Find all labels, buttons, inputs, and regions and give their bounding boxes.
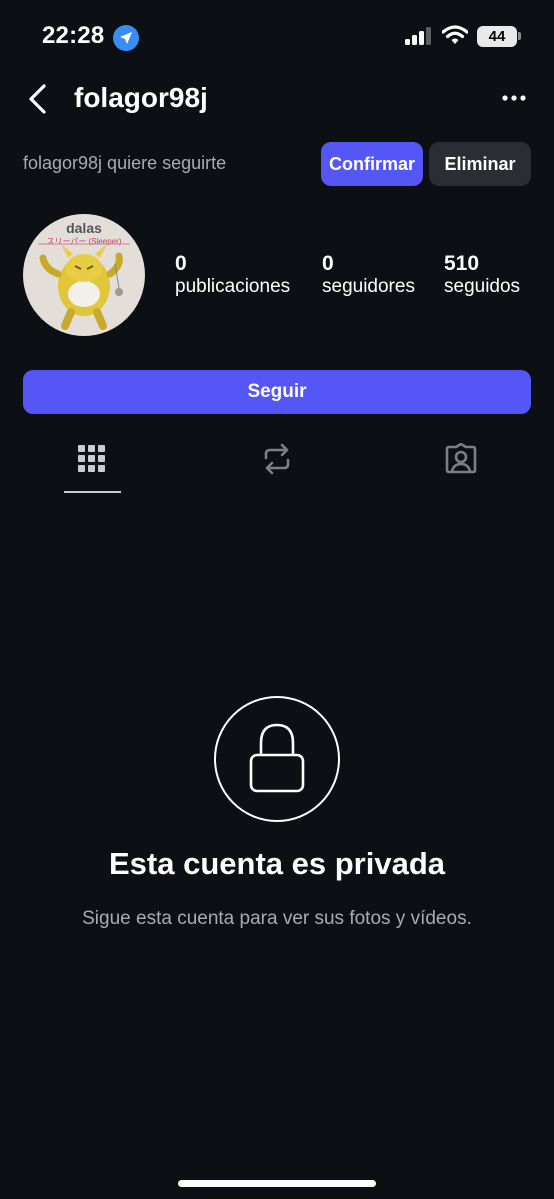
confirm-button[interactable]: Confirmar: [321, 142, 423, 186]
tagged-user-icon: [445, 443, 477, 474]
profile-username: folagor98j: [74, 82, 208, 113]
avatar-pokemon-illustration: [38, 243, 130, 330]
stat-posts-value: 0: [175, 252, 187, 275]
battery-cap: [518, 32, 521, 40]
tab-posts-grid[interactable]: [32, 443, 152, 493]
private-account-title: Esta cuenta es privada: [109, 846, 445, 881]
tab-reposts[interactable]: [217, 443, 337, 493]
more-horizontal-icon[interactable]: [498, 90, 530, 106]
location-arrow-icon: [113, 25, 139, 51]
private-lock-circle: [214, 696, 340, 822]
stat-following-value: 510: [444, 252, 480, 275]
follow-button[interactable]: Seguir: [23, 370, 531, 414]
lock-icon: [249, 723, 305, 793]
avatar[interactable]: dalas スリーパー (Sleeper): [23, 214, 145, 336]
stat-following-label: seguidos: [444, 276, 521, 297]
battery-indicator: 44: [477, 26, 517, 47]
status-time: 22:28: [42, 22, 105, 49]
stat-posts-label: publicaciones: [175, 276, 291, 297]
stat-followers[interactable]: 0 seguidores: [322, 252, 415, 298]
tab-tagged[interactable]: [401, 443, 521, 493]
active-tab-indicator: [64, 491, 121, 493]
stat-followers-label: seguidores: [322, 276, 415, 297]
private-account-subtitle: Sigue esta cuenta para ver sus fotos y v…: [82, 908, 472, 929]
repost-icon: [264, 443, 290, 475]
chevron-left-icon[interactable]: [24, 82, 54, 116]
stat-followers-value: 0: [322, 252, 334, 275]
wifi-icon: [442, 25, 468, 44]
cellular-signal-icon: [405, 27, 431, 45]
home-indicator[interactable]: [178, 1180, 376, 1187]
follow-request-text: folagor98j quiere seguirte: [23, 153, 227, 173]
stat-following[interactable]: 510 seguidos: [444, 252, 520, 298]
grid-icon: [78, 445, 105, 472]
stat-posts[interactable]: 0 publicaciones: [175, 252, 290, 298]
delete-button[interactable]: Eliminar: [429, 142, 531, 186]
